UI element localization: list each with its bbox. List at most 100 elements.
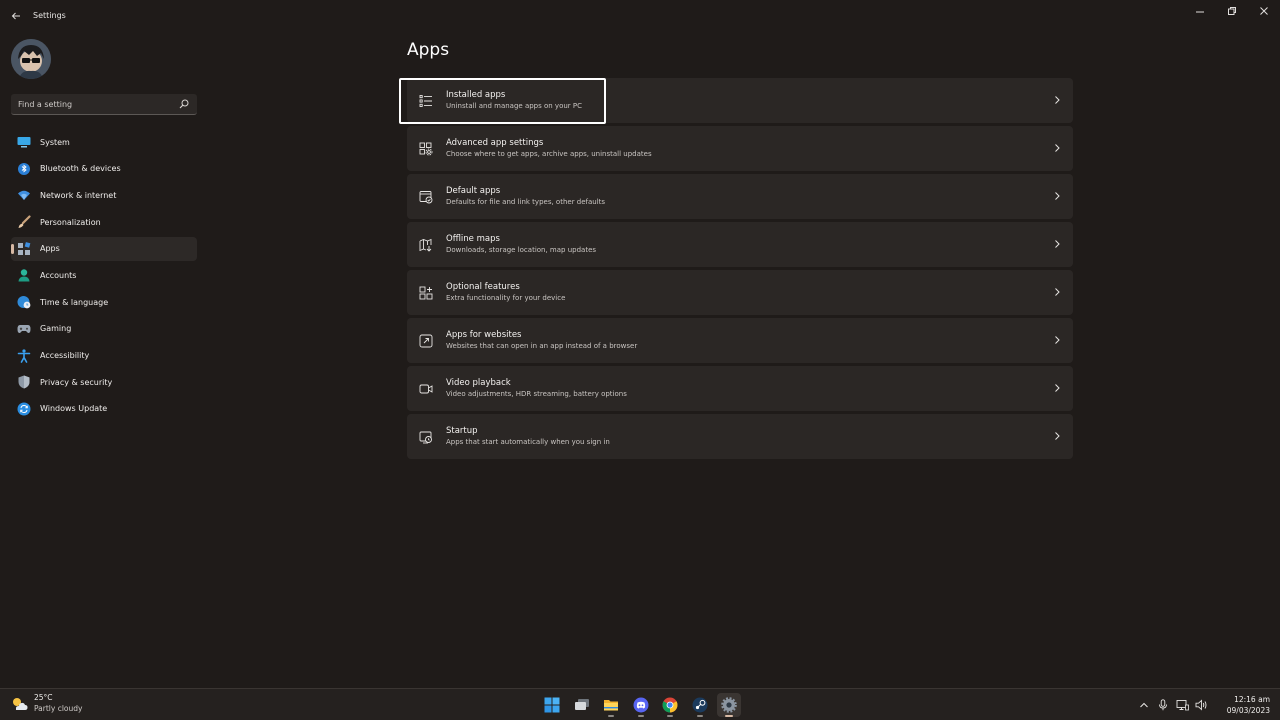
clock[interactable]: 12:16 am 09/03/2023 (1227, 694, 1270, 716)
task-view-icon (574, 699, 589, 710)
sidebar-item-system[interactable]: System (11, 130, 197, 154)
sidebar-item-label: Personalization (40, 217, 101, 227)
card-installed-apps[interactable]: Installed apps Uninstall and manage apps… (407, 78, 1073, 123)
chrome-icon (662, 697, 678, 713)
sidebar-item-accessibility[interactable]: Accessibility (11, 344, 197, 368)
discord-icon (633, 697, 648, 713)
chevron-right-icon (1055, 432, 1060, 440)
minimize-button[interactable] (1184, 0, 1216, 22)
settings-list: Installed apps Uninstall and manage apps… (407, 78, 1073, 462)
video-icon (419, 382, 433, 396)
person-icon (17, 268, 31, 282)
sidebar-item-apps[interactable]: Apps (11, 236, 197, 261)
controller-icon (17, 322, 31, 336)
card-subtitle: Downloads, storage location, map updates (446, 246, 597, 254)
chevron-right-icon (1055, 288, 1060, 296)
card-title: Offline maps (446, 234, 500, 244)
speaker-icon (1195, 699, 1206, 711)
taskbar-chrome[interactable] (658, 693, 682, 717)
shield-icon (17, 375, 31, 389)
card-title: Apps for websites (446, 330, 522, 340)
card-subtitle: Apps that start automatically when you s… (446, 438, 610, 446)
taskbar-steam[interactable] (688, 693, 712, 717)
partly-cloudy-icon (13, 697, 28, 710)
card-default-apps[interactable]: Default apps Defaults for file and link … (407, 174, 1073, 219)
card-title: Startup (446, 426, 478, 436)
weather-temp: 25°C (34, 693, 53, 702)
weather-widget[interactable]: 25°C Partly cloudy (10, 693, 82, 714)
sidebar-item-label: Privacy & security (40, 377, 113, 387)
card-subtitle: Websites that can open in an app instead… (446, 342, 638, 350)
arrow-left-icon (11, 12, 20, 20)
network-button[interactable] (1175, 698, 1189, 712)
system-icon (17, 135, 31, 149)
sidebar-item-label: Gaming (40, 324, 72, 334)
chevron-right-icon (1055, 96, 1060, 104)
sidebar-item-privacy[interactable]: Privacy & security (11, 370, 197, 394)
user-avatar-icon (11, 39, 51, 79)
search-box[interactable] (11, 94, 197, 115)
monitor-network-icon (1176, 700, 1189, 711)
search-input[interactable] (18, 94, 178, 114)
close-icon (1260, 7, 1268, 15)
card-startup[interactable]: Startup Apps that start automatically wh… (407, 414, 1073, 459)
card-optional-features[interactable]: Optional features Extra functionality fo… (407, 270, 1073, 315)
card-video-playback[interactable]: Video playback Video adjustments, HDR st… (407, 366, 1073, 411)
app-settings-icon (419, 142, 433, 156)
card-title: Advanced app settings (446, 138, 544, 148)
card-subtitle: Video adjustments, HDR streaming, batter… (446, 390, 627, 398)
chevron-right-icon (1055, 240, 1060, 248)
restore-button[interactable] (1216, 0, 1248, 22)
clock-date: 09/03/2023 (1226, 706, 1270, 715)
card-advanced-app-settings[interactable]: Advanced app settings Choose where to ge… (407, 126, 1073, 171)
sidebar-item-gaming[interactable]: Gaming (11, 317, 197, 341)
open-link-icon (419, 334, 433, 348)
sidebar-item-network[interactable]: Network & internet (11, 183, 197, 207)
card-offline-maps[interactable]: Offline maps Downloads, storage location… (407, 222, 1073, 267)
search-icon[interactable] (179, 99, 189, 109)
apps-icon (17, 241, 31, 256)
sidebar-item-personalization[interactable]: Personalization (11, 210, 197, 234)
title-bar: Settings (0, 0, 1280, 32)
sidebar-item-label: Bluetooth & devices (40, 164, 121, 174)
weather-condition: Partly cloudy (34, 704, 83, 713)
sidebar-item-windows-update[interactable]: Windows Update (11, 397, 197, 421)
file-explorer-icon (604, 700, 618, 711)
start-button[interactable] (540, 693, 564, 717)
card-apps-for-websites[interactable]: Apps for websites Websites that can open… (407, 318, 1073, 363)
accessibility-icon (17, 348, 31, 363)
settings-icon (721, 697, 737, 713)
page-title: Apps (407, 40, 450, 60)
sidebar-item-bluetooth[interactable]: Bluetooth & devices (11, 157, 197, 181)
update-icon (17, 402, 31, 416)
list-icon (419, 94, 433, 108)
chevron-right-icon (1055, 336, 1060, 344)
window-title: Settings (33, 11, 66, 20)
task-view-button[interactable] (570, 693, 594, 717)
sidebar-item-label: Windows Update (40, 404, 108, 414)
restore-icon (1228, 7, 1236, 15)
taskbar-settings[interactable] (717, 693, 741, 717)
close-button[interactable] (1248, 0, 1280, 22)
startup-icon (419, 430, 433, 444)
tray-overflow-button[interactable] (1137, 698, 1151, 712)
back-button[interactable] (6, 6, 26, 26)
window-controls (1184, 0, 1280, 22)
sidebar-item-label: Apps (40, 244, 60, 254)
card-subtitle: Choose where to get apps, archive apps, … (446, 150, 652, 158)
taskbar-discord[interactable] (629, 693, 653, 717)
volume-button[interactable] (1194, 698, 1208, 712)
sidebar-item-label: Time & language (40, 297, 109, 307)
sidebar-item-time-language[interactable]: Time & language (11, 290, 197, 314)
sidebar-item-accounts[interactable]: Accounts (11, 263, 197, 287)
chevron-up-icon (1140, 702, 1148, 708)
avatar[interactable] (11, 39, 51, 79)
sidebar-item-label: System (40, 137, 70, 147)
chevron-right-icon (1055, 192, 1060, 200)
sidebar-item-label: Network & internet (40, 190, 117, 200)
sidebar-nav: System Bluetooth & devices Network & int… (11, 130, 197, 424)
microphone-button[interactable] (1156, 698, 1170, 712)
default-apps-icon (419, 190, 433, 204)
taskbar-file-explorer[interactable] (599, 693, 623, 717)
card-title: Video playback (446, 378, 511, 388)
